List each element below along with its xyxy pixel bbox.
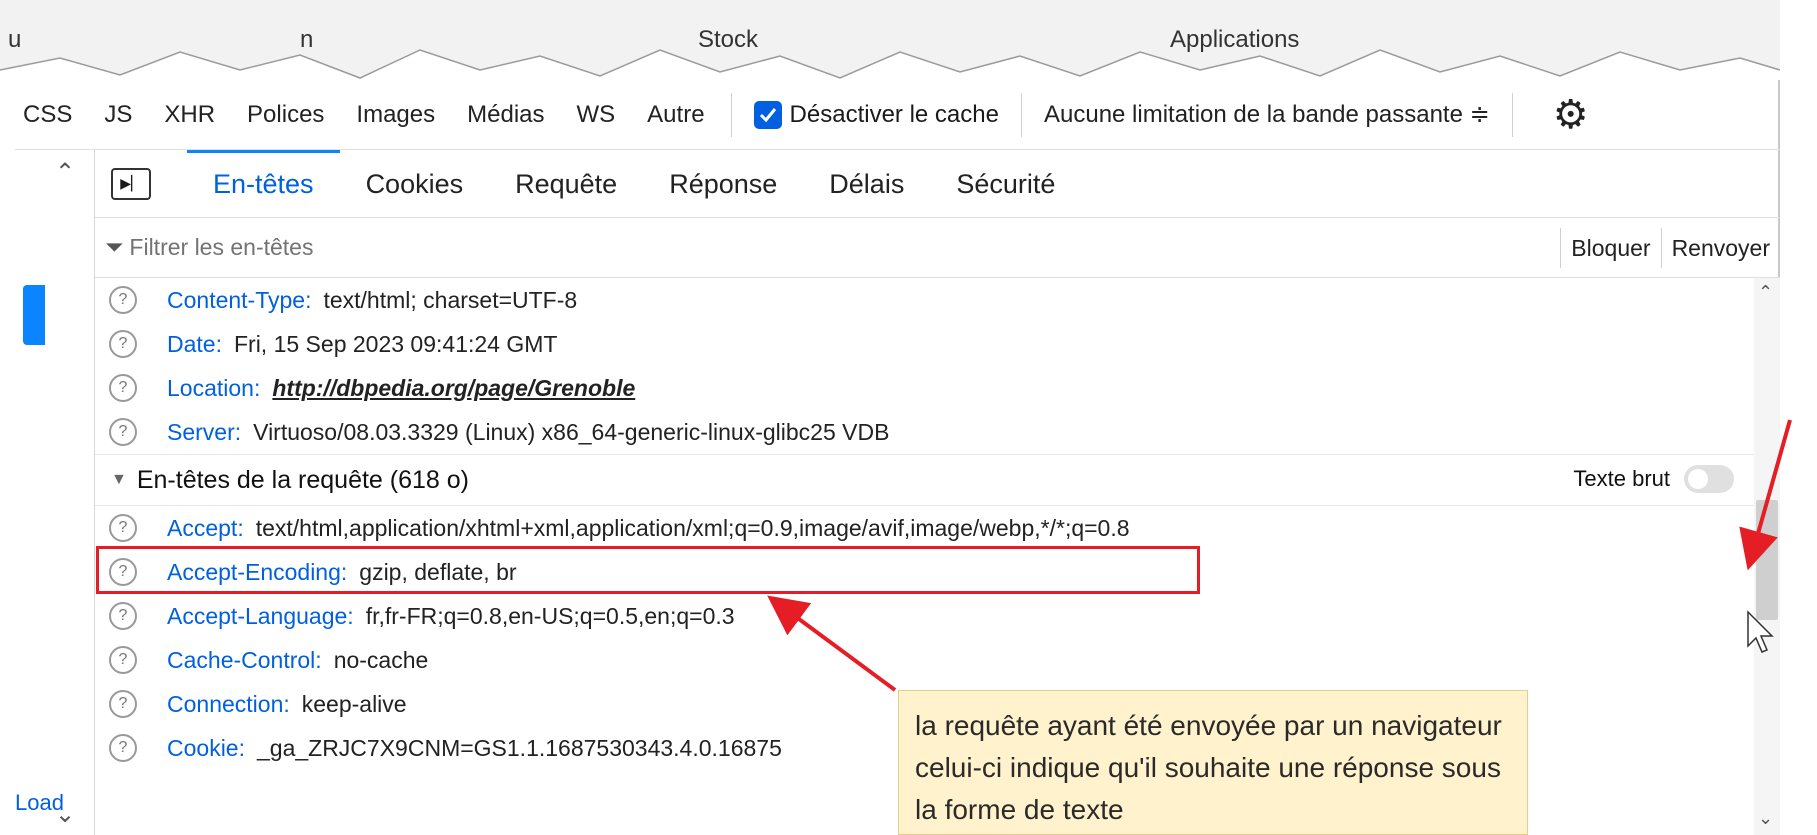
- header-value: Fri, 15 Sep 2023 09:41:24 GMT: [233, 330, 558, 357]
- selected-request-marker: [23, 285, 45, 345]
- help-icon[interactable]: ?: [109, 514, 137, 542]
- header-value: Virtuoso/08.03.3329 (Linux) x86_64-gener…: [253, 418, 890, 445]
- header-value: text/html,application/xhtml+xml,applicat…: [255, 514, 1130, 541]
- header-row: ? Location: http://dbpedia.org/page/Gren…: [95, 366, 1780, 410]
- chevron-up-icon[interactable]: ⌃: [1758, 282, 1773, 303]
- help-icon[interactable]: ?: [109, 330, 137, 358]
- help-icon[interactable]: ?: [109, 646, 137, 674]
- filter-js[interactable]: JS: [88, 80, 148, 150]
- header-name: Location:: [167, 374, 261, 401]
- header-value: no-cache: [333, 646, 429, 673]
- tab-request[interactable]: Requête: [489, 150, 643, 218]
- help-icon[interactable]: ?: [109, 558, 137, 586]
- header-row: ? Accept-Language: fr,fr-FR;q=0.8,en-US;…: [95, 594, 1780, 638]
- header-name: Date:: [167, 330, 222, 357]
- location-link[interactable]: http://dbpedia.org/page/Grenoble: [272, 375, 635, 402]
- header-name: Connection:: [167, 690, 290, 717]
- help-icon[interactable]: ?: [109, 734, 137, 762]
- filter-xhr[interactable]: XHR: [148, 80, 231, 150]
- header-row: ? Cache-Control: no-cache: [95, 638, 1780, 682]
- header-row: ? Server: Virtuoso/08.03.3329 (Linux) x8…: [95, 410, 1780, 454]
- header-value: _ga_ZRJC7X9CNM=GS1.1.1687530343.4.0.1687…: [256, 734, 782, 761]
- filter-ws[interactable]: WS: [561, 80, 632, 150]
- header-value: gzip, deflate, br: [359, 558, 517, 585]
- header-filter-input[interactable]: Filtrer les en-têtes: [129, 234, 313, 261]
- help-icon[interactable]: ?: [109, 602, 137, 630]
- toggle-switch-icon[interactable]: [1684, 465, 1734, 493]
- network-filter-toolbar: CSS JS XHR Polices Images Médias WS Autr…: [15, 80, 1780, 150]
- section-title: En-têtes de la requête (618 o): [136, 465, 469, 494]
- raw-toggle-label: Texte brut: [1573, 466, 1670, 491]
- help-icon[interactable]: ?: [109, 286, 137, 314]
- header-name: Cookie:: [167, 734, 245, 761]
- sidebar-toggle-icon[interactable]: ▶▏: [111, 167, 151, 200]
- request-headers-section[interactable]: ▼ En-têtes de la requête (618 o) Texte b…: [95, 454, 1780, 506]
- header-row: ? Accept: text/html,application/xhtml+xm…: [95, 506, 1780, 550]
- browser-tab-strip: u n Stock Applications: [0, 0, 1780, 80]
- header-actions: Bloquer Renvoyer: [1560, 218, 1780, 278]
- filter-images[interactable]: Images: [340, 80, 451, 150]
- header-name: Cache-Control:: [167, 646, 322, 673]
- chevron-down-icon[interactable]: ⌄: [1758, 808, 1773, 829]
- header-row: ? Accept-Encoding: gzip, deflate, br: [95, 550, 1780, 594]
- header-value: keep-alive: [301, 690, 407, 717]
- resend-button[interactable]: Renvoyer: [1660, 228, 1780, 268]
- tab-cookies[interactable]: Cookies: [340, 150, 490, 218]
- header-name: Server:: [167, 418, 242, 445]
- triangle-down-icon[interactable]: ▼: [111, 471, 127, 489]
- checkbox-checked-icon[interactable]: [753, 100, 782, 129]
- tab-security[interactable]: Sécurité: [930, 150, 1081, 218]
- header-name: Accept-Language:: [167, 602, 354, 629]
- toolbar-divider: [730, 92, 732, 137]
- filter-media[interactable]: Médias: [451, 80, 560, 150]
- help-icon[interactable]: ?: [109, 374, 137, 402]
- filter-other[interactable]: Autre: [631, 80, 720, 150]
- header-value: text/html; charset=UTF-8: [323, 286, 578, 313]
- help-icon[interactable]: ?: [109, 690, 137, 718]
- toolbar-divider: [1020, 92, 1022, 137]
- disable-cache-toggle[interactable]: Désactiver le cache: [742, 100, 1011, 129]
- disable-cache-label: Désactiver le cache: [789, 100, 999, 128]
- gear-icon[interactable]: ⚙: [1553, 92, 1589, 138]
- block-button[interactable]: Bloquer: [1560, 228, 1660, 268]
- chevron-up-icon[interactable]: ⌃: [55, 158, 75, 187]
- funnel-icon: ⏷: [105, 234, 124, 260]
- header-value: fr,fr-FR;q=0.8,en-US;q=0.5,en;q=0.3: [365, 602, 735, 629]
- torn-paper-edge: [0, 49, 1780, 80]
- load-status-fragment: Load: [15, 790, 64, 815]
- tab-response[interactable]: Réponse: [643, 150, 803, 218]
- help-icon[interactable]: ?: [109, 418, 137, 446]
- tab-timings[interactable]: Délais: [803, 150, 930, 218]
- header-row: ? Date: Fri, 15 Sep 2023 09:41:24 GMT: [95, 322, 1780, 366]
- request-list-edge: ⌃ ⌄: [15, 150, 95, 835]
- header-row: ? Content-Type: text/html; charset=UTF-8: [95, 278, 1780, 322]
- screenshot-page: u n Stock Applications CSS JS XHR Police…: [0, 0, 1817, 835]
- annotation-callout: la requête ayant été envoyée par un navi…: [898, 690, 1528, 835]
- header-name: Content-Type:: [167, 286, 312, 313]
- raw-toggle[interactable]: Texte brut: [1573, 465, 1734, 493]
- filter-fonts[interactable]: Polices: [231, 80, 340, 150]
- details-tab-bar: ▶▏ En-têtes Cookies Requête Réponse Déla…: [95, 149, 1780, 218]
- header-name: Accept-Encoding:: [167, 558, 348, 585]
- vertical-scrollbar[interactable]: ⌃ ⌄: [1754, 278, 1780, 835]
- header-filter-bar: ⏷ Filtrer les en-têtes Bloquer Renvoyer: [95, 218, 1780, 278]
- filter-css[interactable]: CSS: [15, 80, 88, 150]
- scrollbar-thumb[interactable]: [1756, 500, 1778, 620]
- tab-headers[interactable]: En-têtes: [187, 149, 340, 218]
- header-name: Accept:: [167, 514, 244, 541]
- throttle-select[interactable]: Aucune limitation de la bande passante ≑: [1032, 100, 1502, 129]
- toolbar-divider: [1511, 92, 1513, 137]
